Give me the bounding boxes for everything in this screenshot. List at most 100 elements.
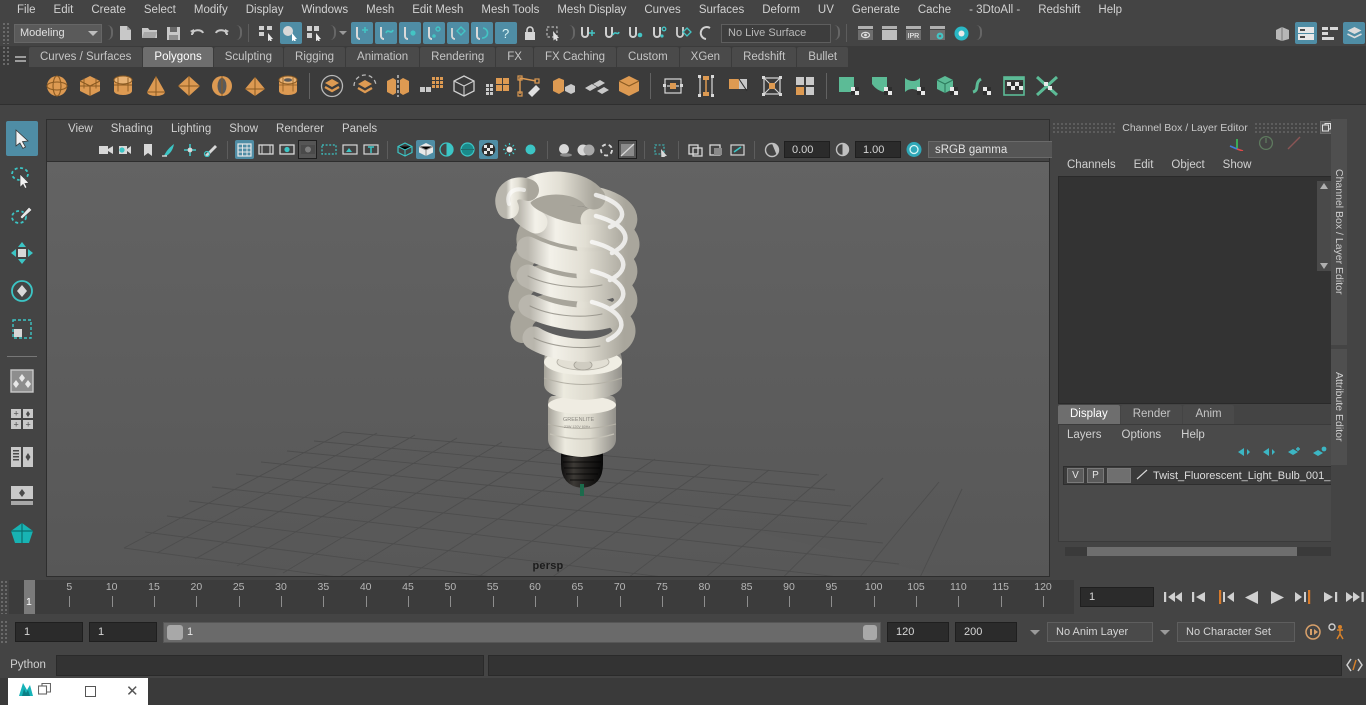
sidebar-attribute-icon[interactable]	[1319, 22, 1341, 44]
script-editor-icon[interactable]	[1342, 653, 1366, 677]
menu-item-mesh-tools[interactable]: Mesh Tools	[472, 0, 548, 20]
safe-action-icon[interactable]	[340, 140, 359, 159]
menu-item-curves[interactable]: Curves	[635, 0, 689, 20]
viewport-menu-lighting[interactable]: Lighting	[162, 120, 220, 138]
paint-select-tool-icon[interactable]	[6, 197, 38, 232]
menu-item-3dtoall[interactable]: - 3DtoAll -	[960, 0, 1029, 20]
side-tab-attribute-editor[interactable]: Attribute Editor	[1331, 349, 1347, 465]
select-component-icon[interactable]	[304, 22, 326, 44]
anim-layer-dropdown-icon[interactable]	[1030, 629, 1040, 635]
title-safe-icon[interactable]	[361, 140, 380, 159]
viewport-menu-view[interactable]: View	[59, 120, 102, 138]
boolean-icon[interactable]	[447, 69, 480, 103]
layer-menu-help[interactable]: Help	[1181, 429, 1225, 441]
go-to-end-icon[interactable]	[1344, 586, 1366, 608]
outliner-persp-layout-icon[interactable]	[6, 439, 38, 474]
dock-grip-right[interactable]	[1253, 122, 1318, 133]
textured-icon[interactable]	[458, 140, 477, 159]
layer-menu-options[interactable]: Options	[1122, 429, 1182, 441]
film-gate-icon[interactable]	[256, 140, 275, 159]
lasso-select-tool-icon[interactable]	[6, 159, 38, 194]
time-cursor[interactable]: 1	[24, 580, 35, 614]
range-end-field[interactable]: 200	[955, 622, 1017, 642]
shelf-tab-rendering[interactable]: Rendering	[420, 47, 496, 67]
new-scene-icon[interactable]	[114, 22, 136, 44]
poly-torus-icon[interactable]	[205, 69, 238, 103]
create-poly-tool-icon[interactable]	[513, 69, 546, 103]
live-surface-field[interactable]: No Live Surface	[721, 23, 831, 43]
command-language-label[interactable]: Python	[0, 659, 56, 671]
chevron-down-icon-small[interactable]	[339, 31, 347, 35]
shelf-tab-redshift[interactable]: Redshift	[732, 47, 797, 67]
play-forwards-icon[interactable]	[1266, 586, 1288, 608]
shelf-tab-sculpting[interactable]: Sculpting	[213, 47, 284, 67]
menu-item-help[interactable]: Help	[1089, 0, 1131, 20]
menu-item-mesh[interactable]: Mesh	[357, 0, 403, 20]
magnet-grid-icon[interactable]	[576, 22, 598, 44]
sidebar-layers-icon[interactable]	[1343, 22, 1365, 44]
menu-item-edit[interactable]: Edit	[45, 0, 83, 20]
menu-item-cache[interactable]: Cache	[909, 0, 960, 20]
layer-tab-display[interactable]: Display	[1058, 405, 1120, 424]
combine-icon[interactable]	[315, 69, 348, 103]
shelf-tab-bullet[interactable]: Bullet	[797, 47, 849, 67]
poly-pyramid-icon[interactable]	[238, 69, 271, 103]
select-object-icon[interactable]	[280, 22, 302, 44]
anim-layer-combo[interactable]: No Anim Layer	[1047, 622, 1153, 642]
insert-edge-loop-icon[interactable]	[689, 69, 722, 103]
bookmark-icon[interactable]	[138, 140, 157, 159]
uv-spherical-icon[interactable]	[898, 69, 931, 103]
last-tool-icon[interactable]	[6, 363, 38, 398]
grid-toggle-icon[interactable]	[235, 140, 254, 159]
scrollbar-thumb[interactable]	[1086, 547, 1298, 556]
menu-item-create[interactable]: Create	[82, 0, 135, 20]
multisample-icon[interactable]	[618, 140, 637, 159]
uv-cut-sew-icon[interactable]	[1030, 69, 1063, 103]
taskbar-window-button[interactable]: ✕	[8, 678, 148, 705]
motion-blur-icon[interactable]	[597, 140, 616, 159]
current-frame-field[interactable]: 1	[1080, 587, 1154, 607]
move-layer-up-icon[interactable]	[1237, 445, 1252, 463]
menu-item-mesh-display[interactable]: Mesh Display	[548, 0, 635, 20]
menu-item-edit-mesh[interactable]: Edit Mesh	[403, 0, 472, 20]
exposure-field[interactable]: 0.00	[784, 141, 830, 158]
use-default-light-icon[interactable]	[500, 140, 519, 159]
undo-icon[interactable]	[186, 22, 208, 44]
snap-projected-center-icon[interactable]	[423, 22, 445, 44]
layer-visibility-toggle[interactable]: V	[1067, 468, 1084, 483]
menu-item-uv[interactable]: UV	[809, 0, 843, 20]
layer-tab-anim[interactable]: Anim	[1183, 405, 1234, 424]
shelf-menu-icon[interactable]	[11, 46, 29, 67]
magnet-viewplane-icon[interactable]	[672, 22, 694, 44]
make-live-icon[interactable]	[696, 22, 718, 44]
viewport-menu-show[interactable]: Show	[220, 120, 267, 138]
snap-uv-icon[interactable]	[471, 22, 493, 44]
viewport-3d-canvas[interactable]: GREENLITE 23W 120V 60Hz persp	[47, 162, 1049, 576]
step-back-keyframe-icon[interactable]	[1188, 586, 1210, 608]
menu-item-file[interactable]: File	[8, 0, 45, 20]
command-input[interactable]	[56, 654, 484, 676]
uv-editor-icon[interactable]	[997, 69, 1030, 103]
layer-row[interactable]: V P Twist_Fluorescent_Light_Bulb_001_lay	[1063, 466, 1337, 485]
new-lay'er-icon[interactable]	[1287, 445, 1302, 463]
range-bar[interactable]: 1	[163, 621, 881, 643]
smooth-shade-icon[interactable]	[416, 140, 435, 159]
taskbar-maximize-icon[interactable]	[85, 686, 96, 697]
snap-curve-icon[interactable]	[375, 22, 397, 44]
sidebar-modeling-icon[interactable]	[1271, 22, 1293, 44]
four-view-layout-icon[interactable]: + + +	[6, 401, 38, 436]
menu-item-windows[interactable]: Windows	[292, 0, 357, 20]
poly-pipe-icon[interactable]	[271, 69, 304, 103]
render-view-icon[interactable]	[854, 22, 876, 44]
poly-plane-icon[interactable]	[172, 69, 205, 103]
shelf-tab-polygons[interactable]: Polygons	[143, 47, 213, 67]
menu-item-surfaces[interactable]: Surfaces	[690, 0, 753, 20]
character-set-dropdown-icon[interactable]	[1160, 629, 1170, 635]
menu-item-modify[interactable]: Modify	[185, 0, 237, 20]
select-by-region-icon[interactable]	[543, 22, 565, 44]
shelf-grip[interactable]	[2, 46, 11, 67]
channel-box-content[interactable]	[1058, 176, 1342, 404]
snap-point-icon[interactable]	[399, 22, 421, 44]
save-scene-icon[interactable]	[162, 22, 184, 44]
move-tool-icon[interactable]	[6, 235, 38, 270]
